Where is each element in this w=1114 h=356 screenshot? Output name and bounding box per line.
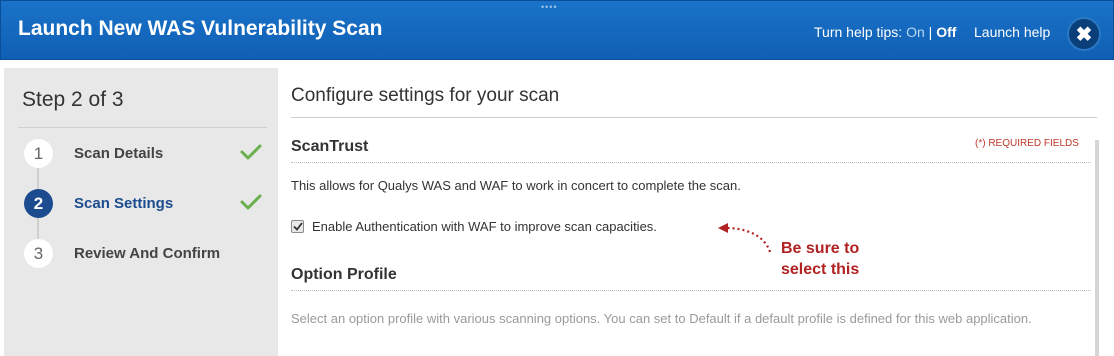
close-button[interactable]: ✖ <box>1067 17 1101 51</box>
option-profile-description: Select an option profile with various sc… <box>291 311 1032 326</box>
step-progress-heading: Step 2 of 3 <box>22 88 124 111</box>
close-icon: ✖ <box>1075 23 1093 46</box>
step-label: Review And Confirm <box>74 245 221 262</box>
wizard-sidebar: Step 2 of 3 1 Scan Details 2 Scan Settin… <box>4 68 278 356</box>
dialog-titlebar: •••• Launch New WAS Vulnerability Scan T… <box>0 0 1114 60</box>
sidebar-divider <box>18 127 267 128</box>
step-number: 2 <box>24 189 53 218</box>
help-tips-separator: | <box>928 24 933 40</box>
page-title: Configure settings for your scan <box>291 85 560 106</box>
wizard-step-review-and-confirm[interactable]: 3 Review And Confirm <box>24 239 274 269</box>
scantrust-description: This allows for Qualys WAS and WAF to wo… <box>291 178 741 193</box>
help-tips-toggle: Turn help tips: On | Off <box>814 24 956 40</box>
scrollbar[interactable] <box>1095 140 1099 356</box>
wizard-step-scan-details[interactable]: 1 Scan Details <box>24 139 274 169</box>
title-divider <box>291 117 1097 118</box>
scantrust-heading: ScanTrust <box>291 138 369 155</box>
step-number: 1 <box>24 139 53 168</box>
checkmark-icon <box>240 194 262 210</box>
main-panel: Configure settings for your scan (*) REQ… <box>278 68 1114 356</box>
section-divider <box>291 290 1091 291</box>
callout-line-1: Be sure to <box>781 240 860 257</box>
callout-annotation: Be sure to select this <box>781 238 859 280</box>
dialog-title: Launch New WAS Vulnerability Scan <box>18 17 383 40</box>
help-tips-on[interactable]: On <box>906 24 925 40</box>
help-tips-label: Turn help tips: <box>814 24 903 40</box>
step-label: Scan Details <box>74 145 164 162</box>
waf-auth-checkbox[interactable] <box>291 220 304 233</box>
checkmark-icon <box>240 144 262 160</box>
option-profile-heading: Option Profile <box>291 266 397 283</box>
section-divider <box>291 162 1091 163</box>
step-label: Scan Settings <box>74 195 174 212</box>
step-number: 3 <box>24 239 53 268</box>
waf-auth-label: Enable Authentication with WAF to improv… <box>312 219 657 234</box>
required-fields-note: (*) REQUIRED FIELDS <box>975 138 1079 149</box>
callout-line-2: select this <box>781 261 860 278</box>
launch-help-link[interactable]: Launch help <box>974 24 1050 40</box>
dotted-arrow-icon <box>718 223 772 253</box>
wizard-step-scan-settings[interactable]: 2 Scan Settings <box>24 189 274 219</box>
drag-grip-icon[interactable]: •••• <box>541 2 558 12</box>
help-tips-off[interactable]: Off <box>936 24 956 40</box>
checkmark-icon <box>292 222 303 231</box>
waf-auth-option[interactable]: Enable Authentication with WAF to improv… <box>291 219 657 234</box>
